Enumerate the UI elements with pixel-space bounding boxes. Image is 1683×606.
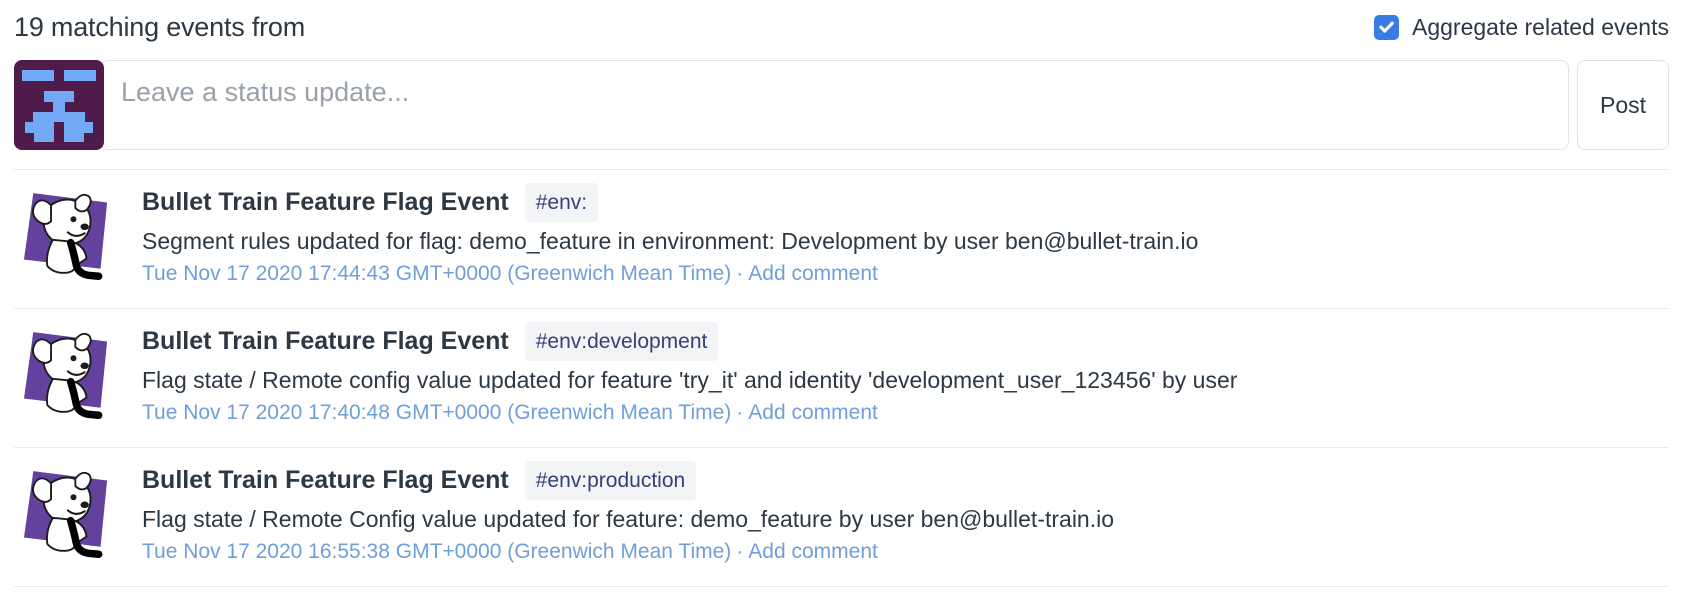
- event-timestamp[interactable]: Tue Nov 17 2020 16:55:38 GMT+0000 (Green…: [142, 540, 731, 563]
- aggregate-checkbox[interactable]: [1374, 15, 1399, 40]
- status-update-input[interactable]: [100, 60, 1569, 150]
- event-tag-badge[interactable]: #env:: [525, 183, 598, 222]
- add-comment-link[interactable]: Add comment: [748, 540, 878, 563]
- event-meta: Tue Nov 17 2020 17:44:43 GMT+0000 (Green…: [142, 260, 1669, 287]
- event-content: Bullet Train Feature Flag Event #env:pro…: [142, 459, 1669, 565]
- event-timestamp[interactable]: Tue Nov 17 2020 17:40:48 GMT+0000 (Green…: [142, 401, 731, 424]
- add-comment-link[interactable]: Add comment: [748, 401, 878, 424]
- datadog-bits-dog-logo: [14, 181, 118, 280]
- page-title: 19 matching events from: [14, 12, 305, 43]
- event-row: Bullet Train Feature Flag Event #env:pro…: [14, 447, 1669, 586]
- status-update-composer: Post: [14, 60, 1669, 150]
- event-content: Bullet Train Feature Flag Event #env:dev…: [142, 320, 1669, 426]
- add-comment-link[interactable]: Add comment: [748, 262, 878, 285]
- user-identicon-avatar: [14, 60, 104, 150]
- post-button[interactable]: Post: [1577, 60, 1669, 150]
- event-title: Bullet Train Feature Flag Event: [142, 325, 509, 358]
- event-tag-badge[interactable]: #env:development: [525, 322, 719, 361]
- event-timestamp[interactable]: Tue Nov 17 2020 17:44:43 GMT+0000 (Green…: [142, 262, 731, 285]
- event-row: Bullet Train Feature Flag Event #env:dev…: [14, 308, 1669, 447]
- meta-separator: ·: [731, 540, 748, 563]
- event-list: Bullet Train Feature Flag Event #env: Se…: [14, 169, 1669, 587]
- event-meta: Tue Nov 17 2020 17:40:48 GMT+0000 (Green…: [142, 399, 1669, 426]
- events-panel: 19 matching events from Aggregate relate…: [0, 0, 1683, 587]
- event-message: Segment rules updated for flag: demo_fea…: [142, 227, 1669, 256]
- event-row: Bullet Train Feature Flag Event #env: Se…: [14, 169, 1669, 308]
- event-message: Flag state / Remote config value updated…: [142, 366, 1669, 395]
- event-message: Flag state / Remote Config value updated…: [142, 505, 1669, 534]
- meta-separator: ·: [731, 401, 748, 424]
- event-meta: Tue Nov 17 2020 16:55:38 GMT+0000 (Green…: [142, 538, 1669, 565]
- meta-separator: ·: [731, 262, 748, 285]
- header-row: 19 matching events from Aggregate relate…: [14, 6, 1669, 48]
- datadog-bits-dog-logo: [14, 459, 118, 558]
- event-content: Bullet Train Feature Flag Event #env: Se…: [142, 181, 1669, 287]
- aggregate-checkbox-group[interactable]: Aggregate related events: [1374, 14, 1669, 41]
- check-icon: [1378, 19, 1395, 36]
- aggregate-checkbox-label: Aggregate related events: [1412, 14, 1669, 41]
- event-title: Bullet Train Feature Flag Event: [142, 464, 509, 497]
- event-tag-badge[interactable]: #env:production: [525, 461, 696, 500]
- datadog-bits-dog-logo: [14, 320, 118, 419]
- event-title: Bullet Train Feature Flag Event: [142, 186, 509, 219]
